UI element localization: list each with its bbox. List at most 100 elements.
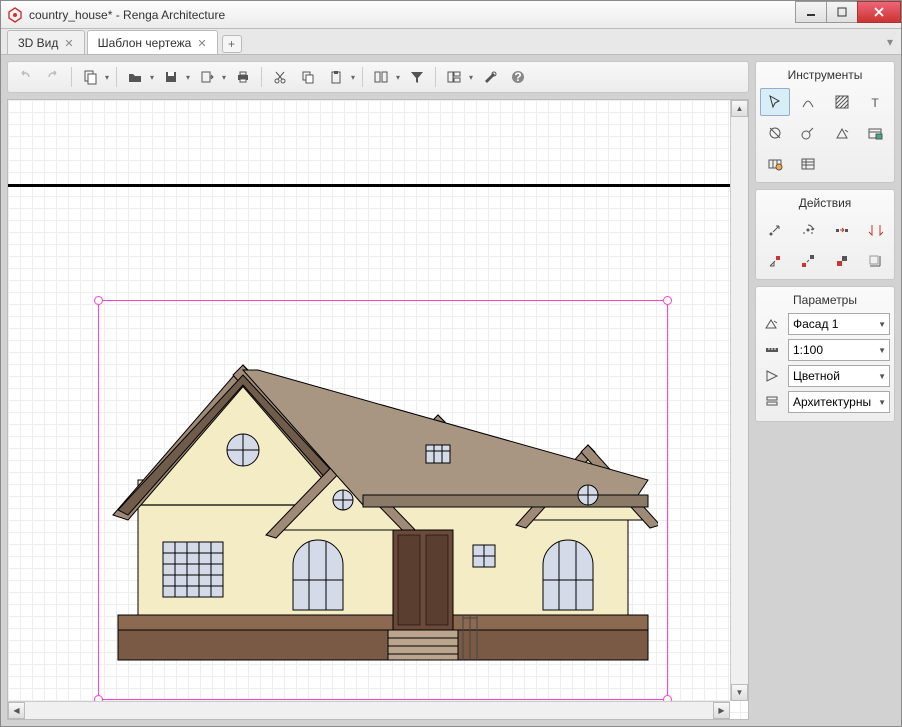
level-combo[interactable]: Архитектурны ▼	[788, 391, 890, 413]
scroll-right-button[interactable]: ▶	[713, 702, 730, 719]
window-controls	[796, 1, 901, 28]
schedule-tool[interactable]	[793, 150, 823, 178]
param-level-row: Архитектурны ▼	[760, 391, 890, 413]
tab-label: Шаблон чертежа	[98, 36, 192, 50]
dropdown-icon[interactable]: ▾	[467, 73, 475, 82]
combo-value: Цветной	[793, 369, 840, 383]
select-tool[interactable]	[760, 88, 790, 116]
style-combo[interactable]: Цветной▼	[788, 365, 890, 387]
param-style-row: Цветной▼	[760, 365, 890, 387]
dropdown-icon[interactable]: ▾	[148, 73, 156, 82]
mirror-action[interactable]	[827, 216, 857, 244]
level-icon	[760, 391, 784, 413]
tab-bar: 3D Вид ✕ Шаблон чертежа ✕ + ▾	[1, 29, 901, 55]
tab-label: 3D Вид	[18, 36, 58, 50]
horizontal-scrollbar[interactable]: ◀ ▶	[8, 701, 730, 719]
print-button[interactable]	[230, 65, 256, 89]
scale-action[interactable]	[760, 247, 790, 275]
align-action[interactable]	[860, 247, 890, 275]
dropdown-icon[interactable]: ▾	[349, 73, 357, 82]
filter-button[interactable]	[404, 65, 430, 89]
grid-tool[interactable]	[760, 150, 790, 178]
titlebar: country_house* - Renga Architecture	[1, 1, 901, 29]
hatch-tool[interactable]	[827, 88, 857, 116]
copy-button[interactable]	[295, 65, 321, 89]
export-button[interactable]	[194, 65, 220, 89]
section-tool[interactable]	[827, 119, 857, 147]
line-tool[interactable]	[793, 88, 823, 116]
minimize-button[interactable]	[795, 1, 827, 23]
help-button[interactable]: ?	[505, 65, 531, 89]
selection-handle[interactable]	[94, 296, 103, 305]
house-drawing[interactable]	[108, 320, 658, 680]
dropdown-icon[interactable]: ▾	[184, 73, 192, 82]
close-button[interactable]	[857, 1, 901, 23]
panel-title: Параметры	[760, 291, 890, 313]
tab-close-icon[interactable]: ✕	[197, 37, 206, 50]
app-icon	[7, 7, 23, 23]
view-icon	[760, 313, 784, 335]
copy-action[interactable]	[827, 247, 857, 275]
dropdown-icon[interactable]: ▾	[103, 73, 111, 82]
combo-value: Архитектурны	[793, 395, 871, 409]
vertical-scrollbar[interactable]: ▲ ▼	[730, 100, 748, 701]
cut-button[interactable]	[267, 65, 293, 89]
tab-3d-view[interactable]: 3D Вид ✕	[7, 30, 85, 54]
tab-drawing-template[interactable]: Шаблон чертежа ✕	[87, 30, 218, 54]
text-tool[interactable]: T	[860, 88, 890, 116]
separator	[71, 67, 72, 87]
scroll-left-button[interactable]: ◀	[8, 702, 25, 719]
dropdown-icon[interactable]: ▾	[220, 73, 228, 82]
param-scale-row: 1:100▼	[760, 339, 890, 361]
parameters-panel: Параметры Фасад 1▼ 1:100▼ Цветной▼ Архит…	[755, 286, 895, 422]
tab-menu-icon[interactable]: ▾	[887, 35, 893, 49]
app-window: country_house* - Renga Architecture 3D В…	[0, 0, 902, 727]
undo-button[interactable]	[12, 65, 38, 89]
scale-icon	[760, 339, 784, 361]
separator	[116, 67, 117, 87]
rotate-action[interactable]	[793, 216, 823, 244]
panel-title: Действия	[760, 194, 890, 216]
actions-panel: Действия	[755, 189, 895, 280]
scroll-up-button[interactable]: ▲	[731, 100, 748, 117]
manage-button[interactable]	[368, 65, 394, 89]
style-icon	[760, 365, 784, 387]
scale-combo[interactable]: 1:100▼	[788, 339, 890, 361]
combo-value: Фасад 1	[793, 317, 838, 331]
panel-title: Инструменты	[760, 66, 890, 88]
separator	[261, 67, 262, 87]
add-tab-button[interactable]: +	[222, 35, 242, 53]
maximize-button[interactable]	[826, 1, 858, 23]
content-area: ▾ ▾ ▾ ▾ ▾ ▾ ▾	[1, 55, 901, 726]
drawing-canvas[interactable]: ▲ ▼ ◀ ▶	[7, 99, 749, 720]
tools-panel: Инструменты T	[755, 61, 895, 183]
chevron-down-icon: ▼	[878, 398, 886, 407]
new-button[interactable]	[77, 65, 103, 89]
save-button[interactable]	[158, 65, 184, 89]
window-title: country_house* - Renga Architecture	[29, 8, 796, 22]
selection-handle[interactable]	[663, 296, 672, 305]
open-button[interactable]	[122, 65, 148, 89]
main-toolbar: ▾ ▾ ▾ ▾ ▾ ▾ ▾	[7, 61, 749, 93]
dropdown-icon[interactable]: ▾	[394, 73, 402, 82]
paste-button[interactable]	[323, 65, 349, 89]
svg-text:T: T	[871, 96, 879, 110]
separator	[362, 67, 363, 87]
chevron-down-icon: ▼	[878, 346, 886, 355]
dimension-tool[interactable]	[760, 119, 790, 147]
param-view-row: Фасад 1 ▼	[760, 313, 890, 335]
redo-button[interactable]	[40, 65, 66, 89]
flip-action[interactable]	[860, 216, 890, 244]
settings-button[interactable]	[477, 65, 503, 89]
canvas-column: ▾ ▾ ▾ ▾ ▾ ▾ ▾	[1, 55, 755, 726]
axis-tool[interactable]	[793, 119, 823, 147]
stretch-action[interactable]	[793, 247, 823, 275]
svg-text:?: ?	[514, 70, 521, 84]
panels-button[interactable]	[441, 65, 467, 89]
move-action[interactable]	[760, 216, 790, 244]
scroll-down-button[interactable]: ▼	[731, 684, 748, 701]
tab-close-icon[interactable]: ✕	[64, 37, 73, 50]
table-tool[interactable]	[860, 119, 890, 147]
chevron-down-icon: ▼	[878, 320, 886, 329]
view-combo[interactable]: Фасад 1 ▼	[788, 313, 890, 335]
